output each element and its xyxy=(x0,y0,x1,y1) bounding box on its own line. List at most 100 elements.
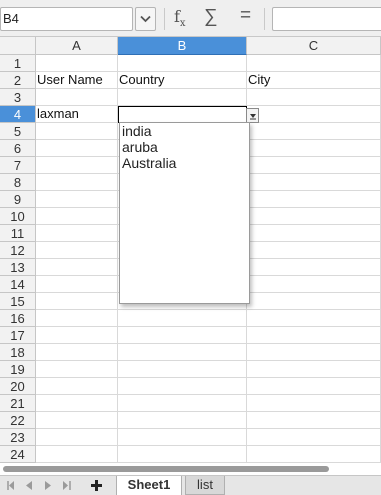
cell-c16[interactable] xyxy=(247,310,381,327)
cell-a3[interactable] xyxy=(36,89,118,106)
cell-c18[interactable] xyxy=(247,344,381,361)
validation-dropdown-list[interactable]: india aruba Australia xyxy=(119,122,250,304)
cell-c15[interactable] xyxy=(247,293,381,310)
sheet-tab-list[interactable]: list xyxy=(185,476,225,495)
row-header-11[interactable]: 11 xyxy=(0,225,36,242)
row-header-5[interactable]: 5 xyxy=(0,123,36,140)
cell-b16[interactable] xyxy=(118,310,247,327)
sheet-tab-sheet1[interactable]: Sheet1 xyxy=(116,476,182,495)
function-wizard-button[interactable]: fx xyxy=(174,7,186,29)
cell-c5[interactable] xyxy=(247,123,381,140)
cell-a18[interactable] xyxy=(36,344,118,361)
row-header-19[interactable]: 19 xyxy=(0,361,36,378)
cell-b24[interactable] xyxy=(118,446,247,463)
cell-a12[interactable] xyxy=(36,242,118,259)
row-header-9[interactable]: 9 xyxy=(0,191,36,208)
cell-a22[interactable] xyxy=(36,412,118,429)
cell-b3[interactable] xyxy=(118,89,247,106)
cell-a5[interactable] xyxy=(36,123,118,140)
sum-button[interactable]: ∑ xyxy=(204,6,218,28)
cell-c10[interactable] xyxy=(247,208,381,225)
cell-a4[interactable]: laxman xyxy=(36,106,118,123)
cell-c14[interactable] xyxy=(247,276,381,293)
row-header-17[interactable]: 17 xyxy=(0,327,36,344)
cell-b17[interactable] xyxy=(118,327,247,344)
cell-a19[interactable] xyxy=(36,361,118,378)
first-sheet-icon[interactable] xyxy=(7,481,15,490)
cell-a21[interactable] xyxy=(36,395,118,412)
cell-a11[interactable] xyxy=(36,225,118,242)
cell-c7[interactable] xyxy=(247,157,381,174)
cell-b19[interactable] xyxy=(118,361,247,378)
row-header-14[interactable]: 14 xyxy=(0,276,36,293)
name-box-dropdown-button[interactable] xyxy=(135,7,156,31)
row-header-22[interactable]: 22 xyxy=(0,412,36,429)
row-header-23[interactable]: 23 xyxy=(0,429,36,446)
cell-c11[interactable] xyxy=(247,225,381,242)
cell-c12[interactable] xyxy=(247,242,381,259)
cell-dropdown-button[interactable] xyxy=(246,108,259,123)
cell-b18[interactable] xyxy=(118,344,247,361)
row-header-8[interactable]: 8 xyxy=(0,174,36,191)
dropdown-option-india[interactable]: india xyxy=(120,123,249,139)
cell-a20[interactable] xyxy=(36,378,118,395)
cell-c21[interactable] xyxy=(247,395,381,412)
row-header-21[interactable]: 21 xyxy=(0,395,36,412)
dropdown-option-australia[interactable]: Australia xyxy=(120,155,249,171)
cell-b2[interactable]: Country xyxy=(118,72,247,89)
cell-c6[interactable] xyxy=(247,140,381,157)
cell-c20[interactable] xyxy=(247,378,381,395)
next-sheet-icon[interactable] xyxy=(45,481,51,490)
select-all-corner[interactable] xyxy=(0,37,36,55)
horizontal-scrollbar-thumb[interactable] xyxy=(3,466,329,472)
column-header-b[interactable]: B xyxy=(118,37,247,55)
cell-c19[interactable] xyxy=(247,361,381,378)
row-header-12[interactable]: 12 xyxy=(0,242,36,259)
row-header-24[interactable]: 24 xyxy=(0,446,36,463)
cell-a1[interactable] xyxy=(36,55,118,72)
row-header-20[interactable]: 20 xyxy=(0,378,36,395)
cell-c17[interactable] xyxy=(247,327,381,344)
cell-b22[interactable] xyxy=(118,412,247,429)
cell-a17[interactable] xyxy=(36,327,118,344)
cell-c4[interactable] xyxy=(247,106,381,123)
cell-b23[interactable] xyxy=(118,429,247,446)
row-header-18[interactable]: 18 xyxy=(0,344,36,361)
row-header-3[interactable]: 3 xyxy=(0,89,36,106)
cell-a15[interactable] xyxy=(36,293,118,310)
cell-a16[interactable] xyxy=(36,310,118,327)
row-header-13[interactable]: 13 xyxy=(0,259,36,276)
column-header-c[interactable]: C xyxy=(247,37,381,55)
cell-b21[interactable] xyxy=(118,395,247,412)
cell-c24[interactable] xyxy=(247,446,381,463)
cell-a23[interactable] xyxy=(36,429,118,446)
previous-sheet-icon[interactable] xyxy=(26,481,32,490)
row-header-10[interactable]: 10 xyxy=(0,208,36,225)
cell-c23[interactable] xyxy=(247,429,381,446)
add-sheet-icon[interactable] xyxy=(91,480,102,491)
cell-a24[interactable] xyxy=(36,446,118,463)
row-header-6[interactable]: 6 xyxy=(0,140,36,157)
cell-c13[interactable] xyxy=(247,259,381,276)
cell-b20[interactable] xyxy=(118,378,247,395)
cell-c9[interactable] xyxy=(247,191,381,208)
row-header-16[interactable]: 16 xyxy=(0,310,36,327)
cell-a9[interactable] xyxy=(36,191,118,208)
row-header-4[interactable]: 4 xyxy=(0,106,36,123)
cell-b4[interactable] xyxy=(118,106,247,123)
cell-c2[interactable]: City xyxy=(247,72,381,89)
cell-c8[interactable] xyxy=(247,174,381,191)
formula-button[interactable]: = xyxy=(240,5,251,27)
cell-c22[interactable] xyxy=(247,412,381,429)
row-header-7[interactable]: 7 xyxy=(0,157,36,174)
cell-a10[interactable] xyxy=(36,208,118,225)
cell-a7[interactable] xyxy=(36,157,118,174)
last-sheet-icon[interactable] xyxy=(63,481,71,490)
cell-a14[interactable] xyxy=(36,276,118,293)
column-header-a[interactable]: A xyxy=(36,37,118,55)
dropdown-option-aruba[interactable]: aruba xyxy=(120,139,249,155)
row-header-1[interactable]: 1 xyxy=(0,55,36,72)
row-header-2[interactable]: 2 xyxy=(0,72,36,89)
cell-a8[interactable] xyxy=(36,174,118,191)
cell-c1[interactable] xyxy=(247,55,381,72)
